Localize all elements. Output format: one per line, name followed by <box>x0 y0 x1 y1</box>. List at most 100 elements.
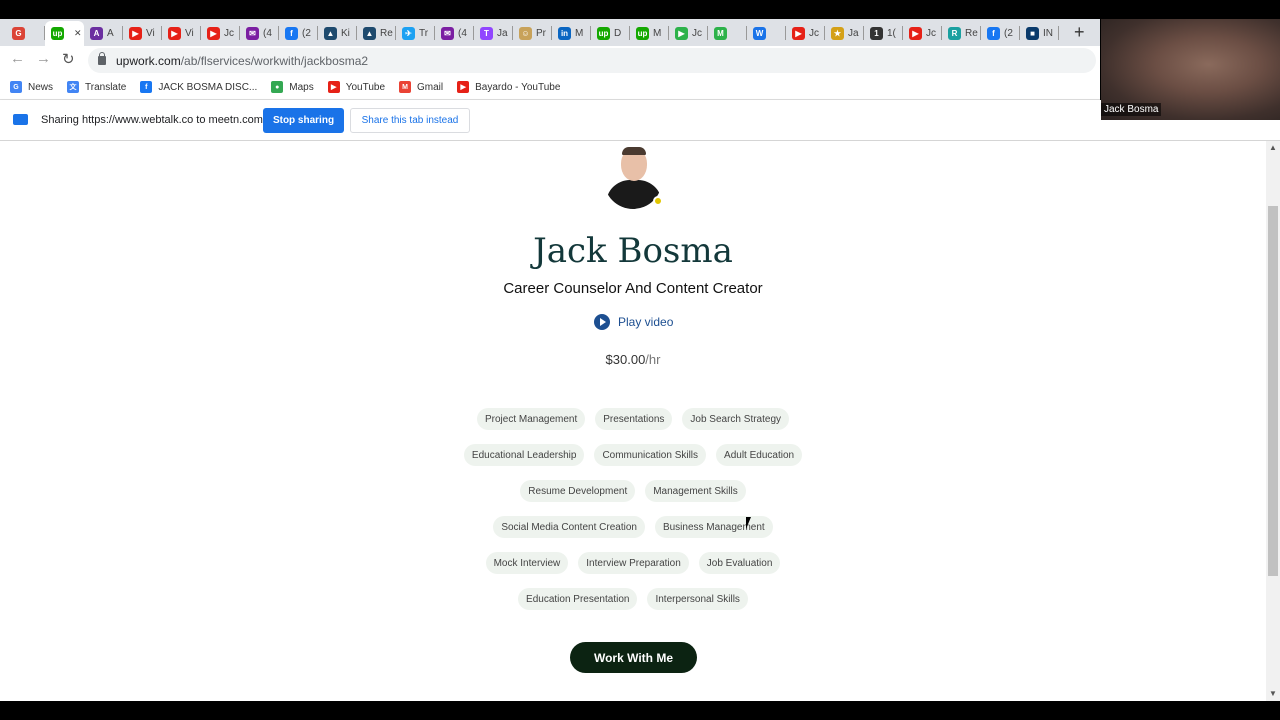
browser-tab[interactable]: ▶ Vi <box>123 22 162 44</box>
skill-tag[interactable]: Job Search Strategy <box>682 408 790 430</box>
skill-tag[interactable]: Project Management <box>476 408 586 430</box>
forward-icon[interactable]: → <box>36 50 51 67</box>
tab-favicon-icon: ▲ <box>363 26 376 40</box>
skill-tag[interactable]: Interpersonal Skills <box>647 588 748 610</box>
browser-tab[interactable]: f (2 <box>279 22 318 44</box>
browser-tab[interactable]: AA <box>84 22 123 44</box>
browser-tab[interactable]: up M <box>630 22 669 44</box>
skill-row: Educational Leadership Communication Skil… <box>433 444 833 466</box>
browser-tab[interactable]: ■ IN <box>1020 22 1059 44</box>
tab-label: Ki <box>341 27 350 39</box>
browser-tab[interactable]: G <box>6 22 45 44</box>
browser-tab[interactable]: up ✕ <box>45 21 84 46</box>
browser-tab[interactable]: ▲ Re <box>357 22 396 44</box>
address-bar[interactable]: upwork.com/ab/flservices/workwith/jackbo… <box>88 48 1096 73</box>
browser-tab[interactable]: 1 1( <box>864 22 903 44</box>
browser-tab[interactable]: up D <box>591 22 630 44</box>
tab-label: Vi <box>146 27 155 39</box>
browser-tab[interactable]: ▲ Ki <box>318 22 357 44</box>
profile-title: Career Counselor And Content Creator <box>503 280 763 297</box>
profile-name: Jack Bosma <box>533 231 733 271</box>
reload-icon[interactable]: ↻ <box>62 50 75 68</box>
browser-tab[interactable]: ✉ (4 <box>240 22 279 44</box>
browser-tab[interactable]: ★ Ja <box>825 22 864 44</box>
bookmark-label: JACK BOSMA DISC... <box>158 81 258 93</box>
browser-tab[interactable]: ▶ Jc <box>669 22 708 44</box>
browser-tab[interactable]: ▶ Vi <box>162 22 201 44</box>
stop-sharing-button[interactable]: Stop sharing <box>263 108 344 133</box>
lock-icon <box>98 52 106 65</box>
scrollbar-thumb[interactable] <box>1268 206 1278 576</box>
skill-tag[interactable]: Interview Preparation <box>578 552 689 574</box>
skill-tag[interactable]: Resume Development <box>520 480 636 502</box>
bookmark-label: Maps <box>289 81 314 93</box>
skill-tag[interactable]: Communication Skills <box>594 444 707 466</box>
tab-label: (2 <box>1004 27 1013 39</box>
bookmark-item[interactable]: f JACK BOSMA DISC... <box>140 81 257 93</box>
youtube-icon: ▶ <box>457 81 470 93</box>
bookmark-item[interactable]: ● Maps <box>271 81 314 93</box>
browser-tab[interactable]: ✉ (4 <box>435 22 474 44</box>
browser-tab[interactable]: ▶ Jc <box>201 22 240 44</box>
browser-toolbar: ← → ↻ upwork.com/ab/flservices/workwith/… <box>0 46 1100 75</box>
tab-label: Re <box>965 27 978 39</box>
tab-favicon-icon: ✈ <box>402 26 415 40</box>
browser-tab[interactable]: ☺ Pr <box>513 22 552 44</box>
scroll-down-icon[interactable]: ▼ <box>1269 689 1277 698</box>
rate-unit: /hr <box>645 352 661 367</box>
play-video-link[interactable]: Play video <box>594 314 673 330</box>
bookmark-item[interactable]: G News <box>10 81 53 93</box>
tab-favicon-icon: ■ <box>1026 26 1039 40</box>
tab-label: D <box>614 27 622 39</box>
browser-tab[interactable]: R Re <box>942 22 981 44</box>
skill-tag[interactable]: Education Presentation <box>518 588 638 610</box>
screen-share-bar: Sharing https://www.webtalk.co to meetn.… <box>0 100 1280 141</box>
tab-favicon-icon: ★ <box>831 26 844 40</box>
back-icon[interactable]: ← <box>10 50 25 67</box>
browser-tab[interactable]: ✈ Tr <box>396 22 435 44</box>
tab-label: Tr <box>419 27 429 39</box>
tab-favicon-icon: f <box>987 26 1000 40</box>
bookmark-item[interactable]: ▶ YouTube <box>327 81 385 93</box>
tab-favicon-icon: ▲ <box>324 26 337 40</box>
skill-tag[interactable]: Management Skills <box>645 480 746 502</box>
close-tab-icon[interactable]: ✕ <box>74 28 82 39</box>
bookmark-item[interactable]: M Gmail <box>399 81 443 93</box>
gmail-icon: M <box>399 81 412 93</box>
browser-tab[interactable]: f (2 <box>981 22 1020 44</box>
work-with-me-button[interactable]: Work With Me <box>570 642 697 673</box>
tab-favicon-icon: M <box>714 26 727 40</box>
browser-tab[interactable]: T Ja <box>474 22 513 44</box>
maps-icon: ● <box>271 81 284 93</box>
skill-tag[interactable]: Job Evaluation <box>698 552 781 574</box>
share-this-tab-button[interactable]: Share this tab instead <box>350 108 470 133</box>
skill-row: Resume Development Management Skills <box>433 480 833 502</box>
skills-list: Project Management Presentations Job Searc… <box>433 408 833 624</box>
tab-favicon-icon: in <box>558 26 571 40</box>
tab-label: Ja <box>497 27 508 39</box>
skill-tag[interactable]: Adult Education <box>716 444 803 466</box>
tab-favicon-icon: ▶ <box>207 26 220 40</box>
hourly-rate: $30.00/hr <box>0 352 1266 367</box>
tab-favicon-icon: ☺ <box>519 26 532 40</box>
skill-tag[interactable]: Social Media Content Creation <box>493 516 645 538</box>
browser-tab[interactable]: M <box>708 22 747 44</box>
tab-label: M <box>575 27 584 39</box>
skill-tag[interactable]: Presentations <box>595 408 673 430</box>
browser-tab[interactable]: ▶ Jc <box>786 22 825 44</box>
skill-tag[interactable]: Mock Interview <box>485 552 569 574</box>
mouse-cursor <box>746 517 751 529</box>
bookmark-label: Gmail <box>417 81 444 93</box>
play-icon <box>594 314 610 330</box>
tab-favicon-icon: up <box>51 27 64 40</box>
online-status-dot <box>653 196 663 206</box>
browser-tab[interactable]: ▶ Jc <box>903 22 942 44</box>
skill-tag[interactable]: Business Management <box>654 516 773 538</box>
bookmark-item[interactable]: 文 Translate <box>67 81 126 93</box>
skill-tag[interactable]: Educational Leadership <box>463 444 585 466</box>
bookmark-item[interactable]: ▶ Bayardo - YouTube <box>457 81 560 93</box>
new-tab-icon[interactable]: + <box>1074 22 1085 43</box>
scroll-up-icon[interactable]: ▲ <box>1269 143 1277 152</box>
browser-tab[interactable]: in M <box>552 22 591 44</box>
browser-tab[interactable]: W <box>747 22 786 44</box>
